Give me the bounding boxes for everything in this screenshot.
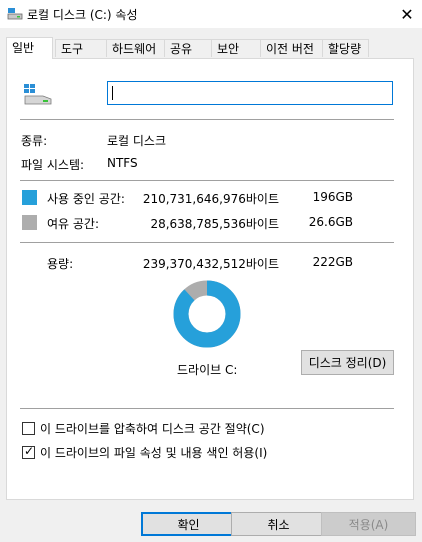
used-space-size: 196GB (312, 190, 353, 204)
tab-security[interactable]: 보안 (211, 39, 262, 57)
free-space-label: 여유 공간: (47, 217, 100, 231)
general-panel: 종류: 로컬 디스크 파일 시스템: NTFS 사용 중인 공간: 210,73… (6, 58, 414, 500)
compress-checkbox[interactable] (22, 422, 35, 435)
cancel-button[interactable]: 취소 (231, 512, 326, 536)
apply-button: 적용(A) (321, 512, 416, 536)
tab-tools[interactable]: 도구 (55, 39, 108, 57)
used-space-swatch (22, 190, 37, 205)
compress-label[interactable]: 이 드라이브를 압축하여 디스크 공간 절약(C) (40, 420, 265, 437)
tab-quota[interactable]: 할당량 (322, 39, 369, 57)
donut-used-slice (173, 280, 241, 348)
usage-donut-chart (173, 280, 241, 348)
used-space-label: 사용 중인 공간: (47, 192, 125, 206)
drive-icon (24, 84, 52, 105)
title-bar: 로컬 디스크 (C:) 속성 ✕ (0, 0, 422, 28)
close-button[interactable]: ✕ (392, 0, 422, 28)
tab-previous-versions[interactable]: 이전 버전 (260, 39, 324, 57)
tab-sharing[interactable]: 공유 (164, 39, 213, 57)
disk-cleanup-button[interactable]: 디스크 정리(D) (301, 350, 394, 375)
drive-letter-label: 드라이브 C: (177, 363, 238, 377)
drive-icon (7, 8, 23, 20)
capacity-bytes: 239,370,432,512바이트 (142, 257, 279, 271)
free-space-size: 26.6GB (308, 215, 353, 229)
filesystem-label: 파일 시스템: (21, 158, 85, 172)
index-checkbox[interactable]: ✓ (22, 444, 35, 459)
capacity-label: 용량: (47, 257, 74, 271)
type-label: 종류: (21, 134, 48, 148)
free-space-bytes: 28,638,785,536바이트 (150, 217, 279, 231)
used-space-bytes: 210,731,646,976바이트 (142, 192, 279, 206)
check-icon: ✓ (24, 444, 35, 458)
drive-name-input[interactable] (107, 81, 393, 105)
window-title: 로컬 디스크 (C:) 속성 (27, 8, 138, 22)
filesystem-value: NTFS (107, 156, 138, 170)
text-caret (112, 86, 113, 100)
type-value: 로컬 디스크 (107, 134, 167, 148)
free-space-swatch (22, 215, 37, 230)
index-label[interactable]: 이 드라이브의 파일 속성 및 내용 색인 허용(I) (40, 444, 267, 461)
separator (20, 242, 394, 243)
tab-general[interactable]: 일반 (6, 37, 53, 59)
ok-button[interactable]: 확인 (141, 512, 236, 536)
close-icon: ✕ (400, 4, 414, 24)
separator (20, 119, 394, 120)
separator (20, 180, 394, 181)
tab-hardware[interactable]: 하드웨어 (106, 39, 166, 57)
separator (20, 408, 394, 409)
capacity-size: 222GB (312, 255, 353, 269)
